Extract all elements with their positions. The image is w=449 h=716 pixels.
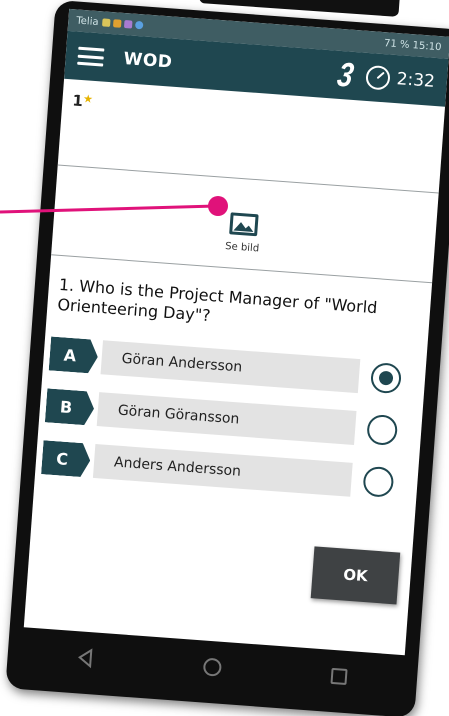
pointer-line	[0, 204, 217, 214]
screenshot-stage: Telia 71 % 15:10 WOD 3 2:32 1★ Se bild 1…	[0, 0, 449, 716]
pointer-annotation	[0, 196, 228, 216]
pointer-dot	[208, 196, 228, 216]
